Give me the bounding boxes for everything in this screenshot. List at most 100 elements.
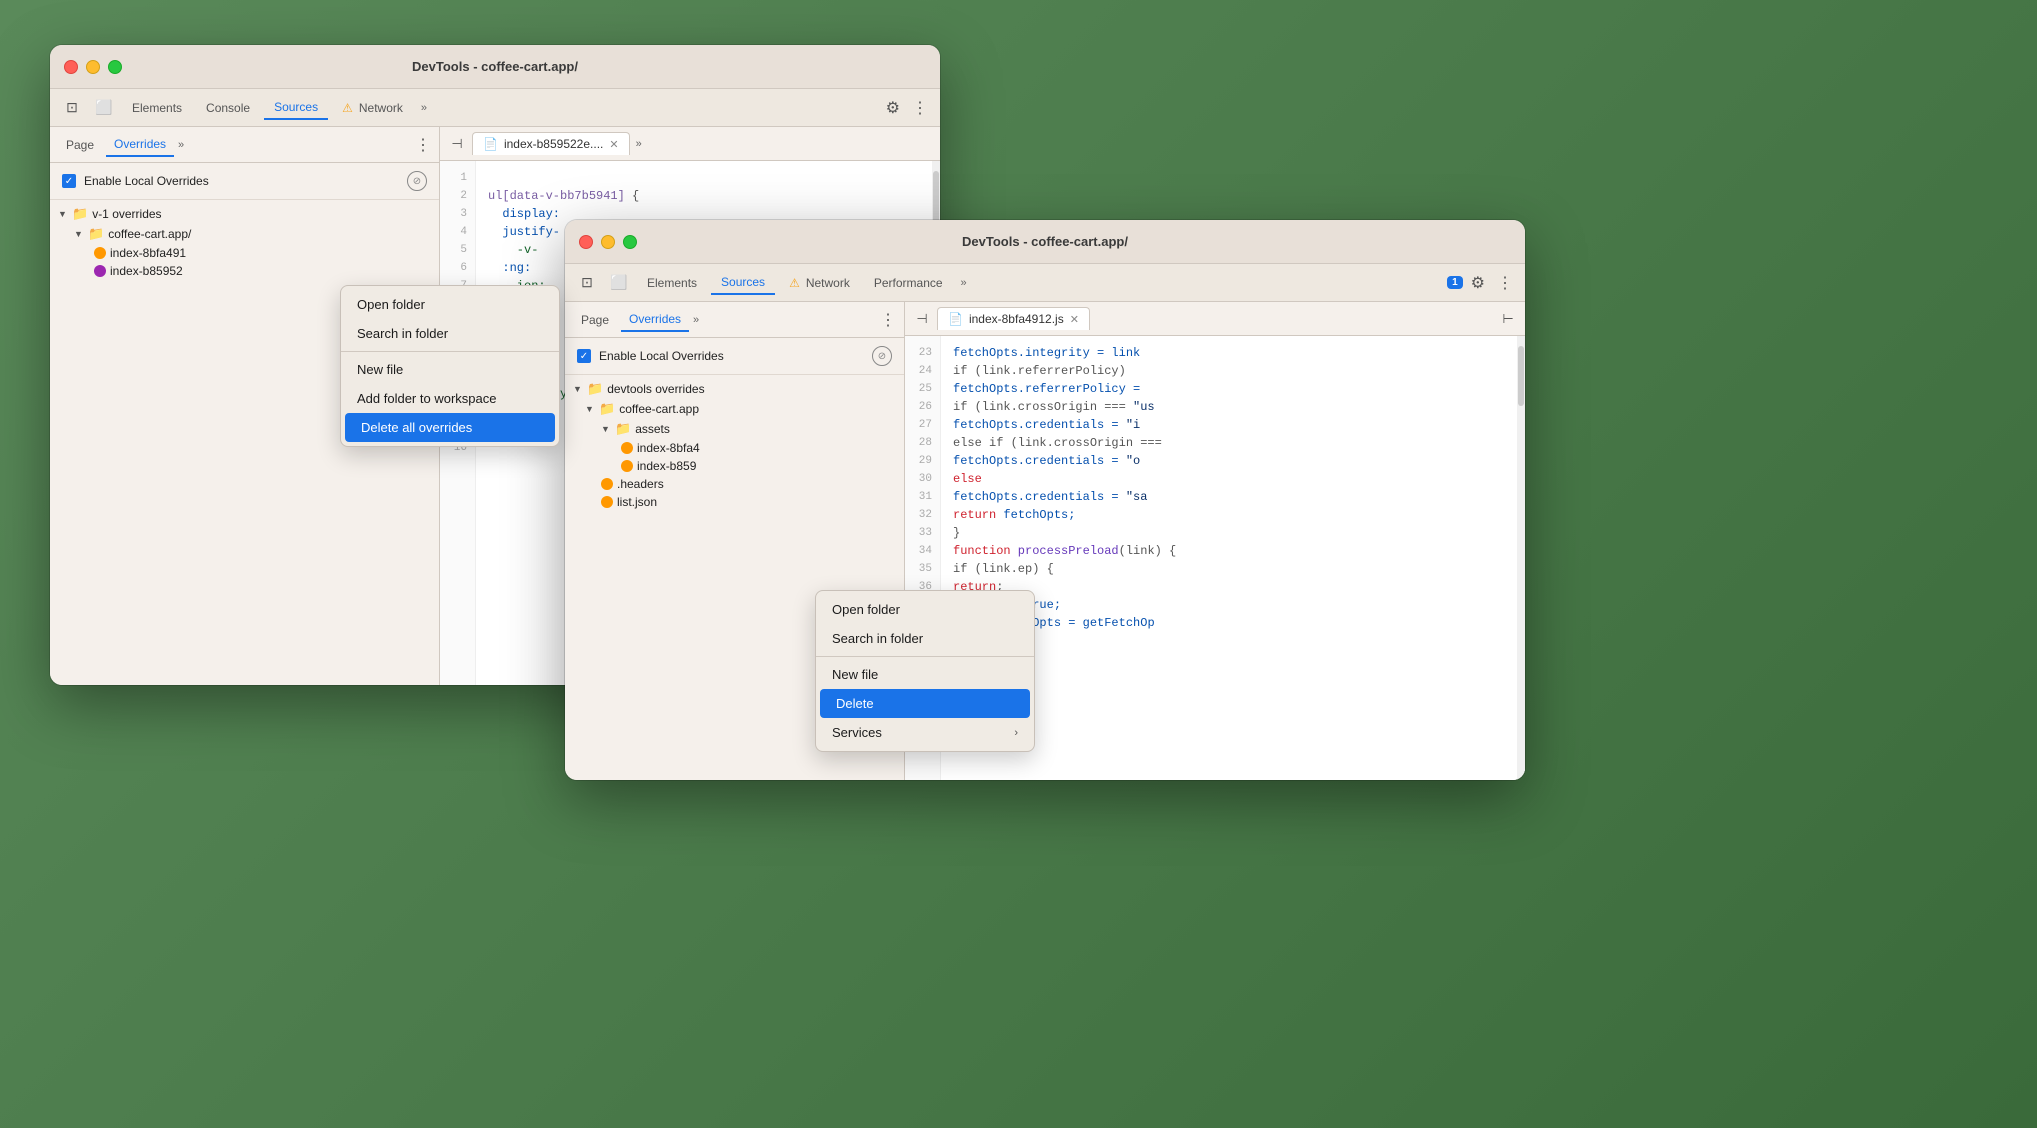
more-options-icon-back[interactable]: ⋮ xyxy=(908,98,932,118)
sidebar-back: Page Overrides » ⋮ Enable Local Override… xyxy=(50,127,440,685)
editor-panel-right-front[interactable]: ⊢ xyxy=(1495,306,1521,332)
sidebar-tab-more-back[interactable]: » xyxy=(178,139,184,151)
folder-coffee-icon-front: 📁 xyxy=(599,401,615,417)
editor-file-tab-front[interactable]: 📄 index-8bfa4912.js ✕ xyxy=(937,307,1090,330)
maximize-button-front[interactable] xyxy=(623,235,637,249)
sidebar-tabs-back: Page Overrides » ⋮ xyxy=(50,127,439,163)
tree-file-assets-2-front[interactable]: index-b859 xyxy=(565,457,904,475)
window-front: DevTools - coffee-cart.app/ ⊡ ⬜ Elements… xyxy=(565,220,1525,780)
tree-list-json-front[interactable]: list.json xyxy=(565,493,904,511)
sidebar-tab-overrides-back[interactable]: Overrides xyxy=(106,133,174,157)
minimize-button-back[interactable] xyxy=(86,60,100,74)
tab-sources-back[interactable]: Sources xyxy=(264,96,328,120)
more-options-icon-front[interactable]: ⋮ xyxy=(1493,273,1517,293)
network-warning-icon-front: ⚠ xyxy=(789,276,800,290)
tab-more-back[interactable]: » xyxy=(417,100,431,116)
ctx-search-folder-front[interactable]: Search in folder xyxy=(816,624,1034,653)
tree-file-2-back[interactable]: index-b85952 xyxy=(50,262,439,280)
tab-bar-back: ⊡ ⬜ Elements Console Sources ⚠ Network »… xyxy=(50,89,940,127)
tab-network-front[interactable]: ⚠ Network xyxy=(779,272,860,294)
tree-arrow-root-front: ▼ xyxy=(573,384,583,394)
tree-coffee-app-front[interactable]: ▼ 📁 coffee-cart.app xyxy=(565,399,904,419)
sidebar-tab-page-front[interactable]: Page xyxy=(573,309,617,331)
override-label-back: Enable Local Overrides xyxy=(84,174,399,188)
device-icon[interactable]: ⬜ xyxy=(90,94,118,122)
tree-headers-label-front: .headers xyxy=(617,477,664,491)
tree-file-assets-2-label-front: index-b859 xyxy=(637,459,696,473)
tab-console-back[interactable]: Console xyxy=(196,97,260,119)
override-checkbox-front[interactable] xyxy=(577,349,591,363)
ctx-new-file-front[interactable]: New file xyxy=(816,660,1034,689)
window-title-back: DevTools - coffee-cart.app/ xyxy=(412,59,578,74)
tree-root-label-back: v-1 overrides xyxy=(92,207,161,221)
folder-icon-root-front: 📁 xyxy=(587,381,603,397)
tree-coffee-app-label-front: coffee-cart.app xyxy=(619,402,699,416)
override-row-back: Enable Local Overrides ⊘ xyxy=(50,163,439,200)
tab-close-front[interactable]: ✕ xyxy=(1070,313,1079,326)
inspector-icon[interactable]: ⊡ xyxy=(58,94,86,122)
editor-panel-toggle-back[interactable]: ⊣ xyxy=(444,131,470,157)
override-clear-back[interactable]: ⊘ xyxy=(407,171,427,191)
tab-more-front[interactable]: » xyxy=(957,275,971,291)
tree-root-front[interactable]: ▼ 📁 devtools overrides xyxy=(565,379,904,399)
ctx-open-folder-back[interactable]: Open folder xyxy=(341,290,559,319)
override-clear-front[interactable]: ⊘ xyxy=(872,346,892,366)
editor-tabs-more-back[interactable]: » xyxy=(632,138,646,150)
file-badge-assets-1-front xyxy=(621,442,633,454)
titlebar-back: DevTools - coffee-cart.app/ xyxy=(50,45,940,89)
ctx-delete-front[interactable]: Delete xyxy=(820,689,1030,718)
ctx-separator-front xyxy=(816,656,1034,657)
close-button-back[interactable] xyxy=(64,60,78,74)
tab-performance-front[interactable]: Performance xyxy=(864,272,953,294)
inspector-icon-front[interactable]: ⊡ xyxy=(573,269,601,297)
scrollbar-v-front[interactable] xyxy=(1517,336,1525,780)
override-checkbox-back[interactable] xyxy=(62,174,76,188)
file-badge-1-back xyxy=(94,247,106,259)
tab-close-back[interactable]: ✕ xyxy=(609,138,618,151)
maximize-button-back[interactable] xyxy=(108,60,122,74)
ctx-new-file-back[interactable]: New file xyxy=(341,355,559,384)
tree-coffee-app-back[interactable]: ▼ 📁 coffee-cart.app/ xyxy=(50,224,439,244)
editor-file-tab-back[interactable]: 📄 index-b859522e.... ✕ xyxy=(472,132,630,155)
tab-elements-front[interactable]: Elements xyxy=(637,272,707,294)
sidebar-tab-overrides-front[interactable]: Overrides xyxy=(621,308,689,332)
tree-file-assets-1-front[interactable]: index-8bfa4 xyxy=(565,439,904,457)
override-row-front: Enable Local Overrides ⊘ xyxy=(565,338,904,375)
titlebar-front: DevTools - coffee-cart.app/ xyxy=(565,220,1525,264)
ctx-search-folder-back[interactable]: Search in folder xyxy=(341,319,559,348)
notification-badge-front: 1 xyxy=(1447,276,1463,289)
tab-bar-front: ⊡ ⬜ Elements Sources ⚠ Network Performan… xyxy=(565,264,1525,302)
tree-file-1-back[interactable]: index-8bfa491 xyxy=(50,244,439,262)
minimize-button-front[interactable] xyxy=(601,235,615,249)
tab-network-back[interactable]: ⚠ Network xyxy=(332,97,413,119)
editor-panel-toggle-front[interactable]: ⊣ xyxy=(909,306,935,332)
window-title-front: DevTools - coffee-cart.app/ xyxy=(962,234,1128,249)
ctx-services-front[interactable]: Services › xyxy=(816,718,1034,747)
tree-assets-front[interactable]: ▼ 📁 assets xyxy=(565,419,904,439)
sidebar-tab-more-front[interactable]: » xyxy=(693,314,699,326)
chevron-right-icon-front: › xyxy=(1014,727,1018,739)
ctx-add-folder-back[interactable]: Add folder to workspace xyxy=(341,384,559,413)
close-button-front[interactable] xyxy=(579,235,593,249)
sidebar-dots-back[interactable]: ⋮ xyxy=(415,135,431,155)
tree-root-back[interactable]: ▼ 📁 v-1 overrides xyxy=(50,204,439,224)
device-icon-front[interactable]: ⬜ xyxy=(605,269,633,297)
sidebar-front: Page Overrides » ⋮ Enable Local Override… xyxy=(565,302,905,780)
tab-sources-front[interactable]: Sources xyxy=(711,271,775,295)
tab-elements-back[interactable]: Elements xyxy=(122,97,192,119)
sidebar-dots-front[interactable]: ⋮ xyxy=(880,310,896,330)
traffic-lights-back xyxy=(64,60,122,74)
traffic-lights-front xyxy=(579,235,637,249)
ctx-open-folder-front[interactable]: Open folder xyxy=(816,595,1034,624)
tree-headers-file-front[interactable]: .headers xyxy=(565,475,904,493)
scrollbar-thumb-front xyxy=(1518,346,1524,406)
settings-icon-back[interactable]: ⚙ xyxy=(882,98,904,118)
sidebar-tabs-front: Page Overrides » ⋮ xyxy=(565,302,904,338)
context-menu-back: Open folder Search in folder New file Ad… xyxy=(340,285,560,447)
tree-list-json-label-front: list.json xyxy=(617,495,657,509)
file-icon-back: 📄 xyxy=(483,137,498,151)
window-body-front: Page Overrides » ⋮ Enable Local Override… xyxy=(565,302,1525,780)
ctx-delete-all-back[interactable]: Delete all overrides xyxy=(345,413,555,442)
sidebar-tab-page-back[interactable]: Page xyxy=(58,134,102,156)
settings-icon-front[interactable]: ⚙ xyxy=(1467,273,1489,293)
